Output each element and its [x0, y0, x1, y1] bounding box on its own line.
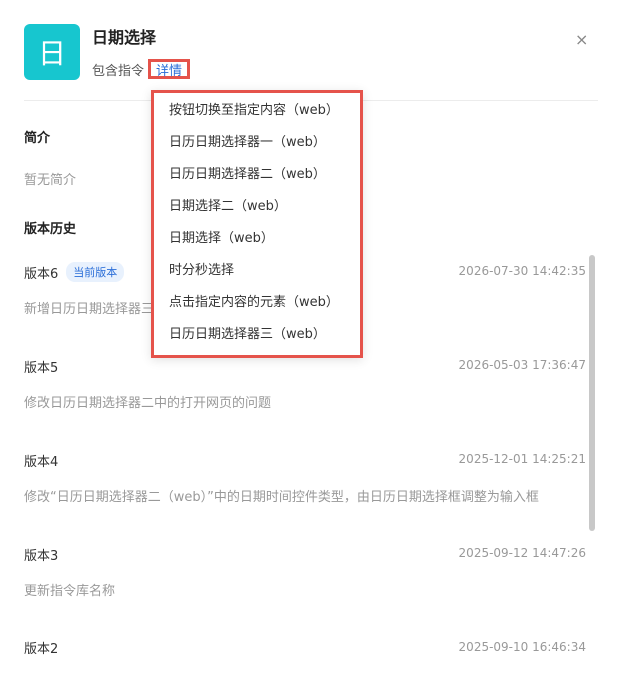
version-label: 版本6 — [24, 266, 59, 282]
version-name: 版本4 — [24, 451, 58, 470]
dropdown-item[interactable]: 日历日期选择器一（web） — [169, 131, 326, 150]
app-icon: 日 — [24, 24, 80, 80]
history-heading: 版本历史 — [24, 222, 77, 237]
instruction-dropdown: 按钮切换至指定内容（web） 日历日期选择器一（web） 日历日期选择器二（we… — [151, 90, 363, 358]
dropdown-item[interactable]: 按钮切换至指定内容（web） — [169, 99, 339, 118]
dropdown-item[interactable]: 日期选择（web） — [169, 227, 274, 246]
dropdown-item[interactable]: 点击指定内容的元素（web） — [169, 291, 339, 310]
version-label: 版本2 — [24, 642, 59, 657]
version-time: 2025-09-10 16:46:34 — [458, 640, 586, 654]
current-version-badge: 当前版本 — [66, 262, 125, 282]
close-icon[interactable]: × — [575, 30, 588, 49]
dropdown-item[interactable]: 日历日期选择器二（web） — [169, 163, 326, 182]
dropdown-item[interactable]: 日期选择二（web） — [169, 195, 287, 214]
dropdown-item[interactable]: 日历日期选择器三（web） — [169, 323, 326, 342]
version-label: 版本3 — [24, 549, 59, 564]
detail-link[interactable]: 详情 — [156, 60, 182, 79]
page-title: 日期选择 — [92, 28, 157, 47]
version-time: 2025-12-01 14:25:21 — [458, 452, 586, 466]
version-label: 版本5 — [24, 361, 59, 376]
version-desc: 更新指令库名称 — [24, 584, 116, 599]
version-name: 版本5 — [24, 357, 58, 376]
detail-highlight: 详情 — [148, 59, 191, 79]
app-icon-glyph: 日 — [37, 37, 66, 70]
scrollbar[interactable] — [589, 255, 595, 531]
version-name: 版本2 — [24, 638, 58, 657]
version-time: 2025-09-12 14:47:26 — [458, 546, 586, 560]
version-desc: 修改日历日期选择器二中的打开网页的问题 — [24, 396, 272, 411]
version-desc: 修改“日历日期选择器二（web）”中的日期时间控件类型，由日历日期选择框调整为输… — [24, 490, 539, 505]
version-name: 版本3 — [24, 545, 58, 564]
version-time: 2026-07-30 14:42:35 — [458, 264, 586, 278]
intro-text: 暂无简介 — [24, 173, 77, 188]
version-time: 2026-05-03 17:36:47 — [458, 358, 586, 372]
intro-heading: 简介 — [24, 131, 51, 146]
dropdown-item[interactable]: 时分秒选择 — [169, 259, 234, 278]
includes-row: 包含指令 详情 — [92, 59, 191, 79]
version-name: 版本6 当前版本 — [24, 262, 125, 282]
version-label: 版本4 — [24, 455, 59, 470]
includes-label: 包含指令 — [92, 63, 145, 79]
